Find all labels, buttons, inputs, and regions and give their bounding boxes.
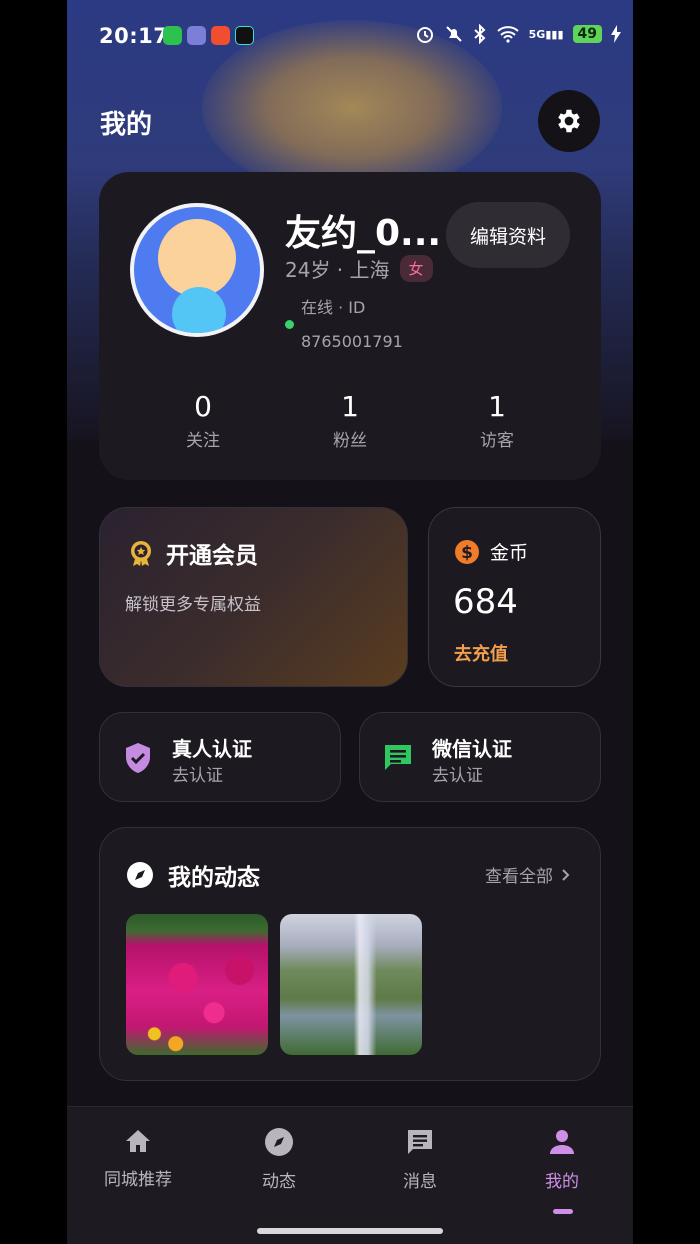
age-location: 24岁 · 上海 xyxy=(285,258,390,282)
moment-thumbnail[interactable] xyxy=(280,914,422,1055)
vip-title-row: 开通会员 xyxy=(128,536,258,570)
app-icon xyxy=(211,26,230,45)
coin-card[interactable]: $ 金币 684 去充值 xyxy=(428,507,601,687)
system-icons: 5G▮▮▮ 49 xyxy=(415,24,621,44)
stat-followers[interactable]: 1 粉丝 xyxy=(290,390,410,451)
tab-nearby[interactable]: 同城推荐 xyxy=(78,1127,198,1190)
moments-title: 我的动态 xyxy=(168,865,260,891)
stat-value: 1 xyxy=(488,390,506,423)
dollar-coin-icon: $ xyxy=(455,539,479,564)
verify-title: 真人认证 xyxy=(172,737,252,761)
shield-check-icon xyxy=(126,743,150,773)
home-indicator[interactable] xyxy=(257,1228,443,1234)
profile-meta: 24岁 · 上海 女 xyxy=(285,254,433,283)
active-tab-indicator xyxy=(553,1209,573,1214)
user-id: 8765001791 xyxy=(301,332,403,351)
vip-title: 开通会员 xyxy=(166,543,258,569)
moment-thumbnail[interactable] xyxy=(126,914,268,1055)
tab-label: 消息 xyxy=(403,1172,437,1192)
verify-action: 去认证 xyxy=(432,766,483,786)
stat-label: 关注 xyxy=(186,431,220,451)
compass-icon xyxy=(265,1128,293,1156)
wechat-icon xyxy=(163,26,182,45)
stat-visitors[interactable]: 1 访客 xyxy=(437,390,557,451)
see-all-label: 查看全部 xyxy=(485,867,553,887)
vip-card[interactable]: 开通会员 解锁更多专属权益 xyxy=(99,507,408,687)
nickname: 友约_0... xyxy=(285,213,442,254)
online-indicator xyxy=(285,320,294,329)
signal-label: 5G xyxy=(528,27,546,41)
tab-label: 同城推荐 xyxy=(104,1170,172,1190)
douyin-icon xyxy=(235,26,254,45)
wifi-icon xyxy=(496,26,519,43)
real-person-verify-card[interactable]: 真人认证 去认证 xyxy=(99,712,341,802)
tab-moments[interactable]: 动态 xyxy=(219,1127,339,1192)
gender-badge: 女 xyxy=(399,255,433,282)
message-icon xyxy=(408,1130,432,1154)
verify-action: 去认证 xyxy=(172,766,223,786)
stat-label: 访客 xyxy=(480,431,514,451)
notification-icons xyxy=(163,26,254,45)
settings-button[interactable] xyxy=(538,90,600,152)
coin-amount: 684 xyxy=(453,582,518,622)
phone-screen: 20:17 5G▮▮▮ 49 我的 友约_0... 编辑资料 24岁 · 上海 … xyxy=(67,0,633,1244)
coin-title: 金币 xyxy=(490,542,529,564)
chevron-right-icon xyxy=(562,868,570,881)
game-icon xyxy=(187,26,206,45)
alarm-icon xyxy=(416,27,433,43)
avatar[interactable] xyxy=(130,203,264,337)
see-all-link[interactable]: 查看全部 xyxy=(485,862,570,887)
stat-value: 0 xyxy=(194,390,212,423)
stat-value: 1 xyxy=(341,390,359,423)
tab-mine[interactable]: 我的 xyxy=(502,1127,622,1192)
stat-label: 粉丝 xyxy=(333,431,367,451)
vip-description: 解锁更多专属权益 xyxy=(125,595,261,615)
home-icon xyxy=(126,1130,150,1152)
tab-messages[interactable]: 消息 xyxy=(360,1127,480,1192)
edit-profile-button[interactable]: 编辑资料 xyxy=(446,202,570,268)
profile-card: 友约_0... 编辑资料 24岁 · 上海 女 在线 · ID 87650017… xyxy=(99,172,601,480)
bottom-tab-bar: 同城推荐 动态 消息 我的 xyxy=(67,1106,633,1244)
avatar-head xyxy=(158,219,236,297)
status-time: 20:17 xyxy=(99,24,169,48)
verify-title: 微信认证 xyxy=(432,737,512,761)
svg-text:$: $ xyxy=(461,543,473,563)
my-moments-card: 我的动态 查看全部 xyxy=(99,827,601,1081)
tab-label: 我的 xyxy=(545,1172,579,1192)
person-icon xyxy=(550,1130,574,1154)
gear-icon xyxy=(558,109,580,133)
page-title: 我的 xyxy=(100,110,153,140)
mute-icon xyxy=(445,26,462,42)
bluetooth-icon xyxy=(473,24,486,44)
status-bar: 20:17 5G▮▮▮ 49 xyxy=(67,0,633,72)
stat-following[interactable]: 0 关注 xyxy=(143,390,263,451)
moments-title-row: 我的动态 xyxy=(126,858,260,892)
avatar-body xyxy=(172,287,226,333)
chat-bubble-icon xyxy=(385,745,411,770)
signal-icon: 5G▮▮▮ xyxy=(528,27,564,41)
wechat-verify-card[interactable]: 微信认证 去认证 xyxy=(359,712,601,802)
battery-icon: 49 xyxy=(572,25,602,43)
online-status: 在线 · ID xyxy=(301,298,366,317)
compass-icon xyxy=(127,862,153,888)
medal-icon xyxy=(131,541,151,566)
tab-label: 动态 xyxy=(262,1172,296,1192)
recharge-link[interactable]: 去充值 xyxy=(454,640,508,666)
charging-icon xyxy=(611,25,621,43)
coin-title-row: $ 金币 xyxy=(454,538,528,565)
